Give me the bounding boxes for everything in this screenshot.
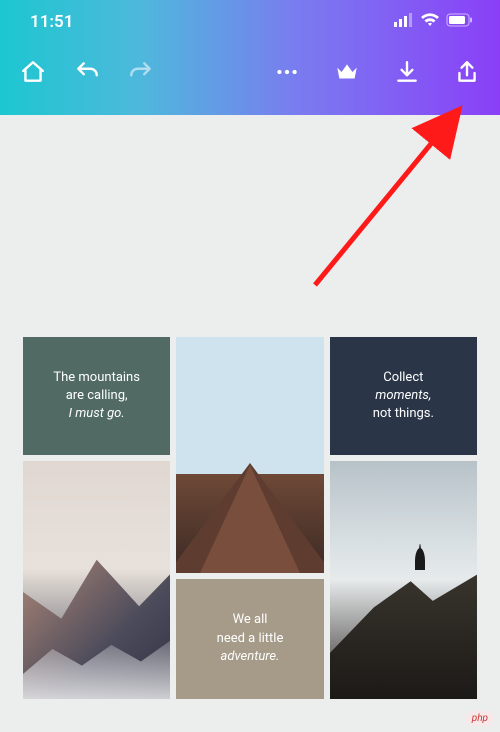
- status-icons: [394, 12, 474, 32]
- tile-text-line: We all: [217, 611, 284, 630]
- tile-hiker-photo[interactable]: [330, 461, 477, 699]
- tile-adventure-text[interactable]: We all need a little adventure.: [176, 579, 323, 699]
- watermark: php: [466, 711, 494, 726]
- toolbar: [0, 44, 500, 100]
- tile-mountain-photo[interactable]: [176, 337, 323, 573]
- undo-button[interactable]: [68, 53, 106, 91]
- tile-peaks-photo[interactable]: [23, 461, 170, 699]
- annotation-arrow: [305, 105, 475, 295]
- tile-text-line: moments,: [375, 387, 431, 405]
- premium-button[interactable]: [328, 53, 366, 91]
- design-canvas[interactable]: The mountains are calling, I must go. We…: [23, 337, 477, 699]
- app-header: 11:51: [0, 0, 500, 115]
- cellular-icon: [394, 12, 414, 32]
- tile-text-line: are calling,: [66, 387, 128, 405]
- tile-collect-text[interactable]: Collect moments, not things.: [330, 337, 477, 455]
- tile-text-line: need a little: [217, 630, 284, 649]
- tile-mountains-text[interactable]: The mountains are calling, I must go.: [23, 337, 170, 455]
- tile-text-line: I must go.: [69, 405, 125, 423]
- status-bar: 11:51: [0, 0, 500, 44]
- tile-text-line: adventure.: [217, 648, 284, 667]
- wifi-icon: [420, 12, 440, 32]
- share-button[interactable]: [448, 53, 486, 91]
- more-button[interactable]: [268, 53, 306, 91]
- tile-text-line: Collect: [383, 369, 423, 387]
- home-button[interactable]: [14, 53, 52, 91]
- battery-icon: [446, 12, 474, 32]
- redo-button[interactable]: [122, 53, 160, 91]
- tile-text-line: not things.: [373, 405, 434, 423]
- status-time: 11:51: [30, 12, 73, 32]
- download-button[interactable]: [388, 53, 426, 91]
- tile-text-line: The mountains: [53, 369, 140, 387]
